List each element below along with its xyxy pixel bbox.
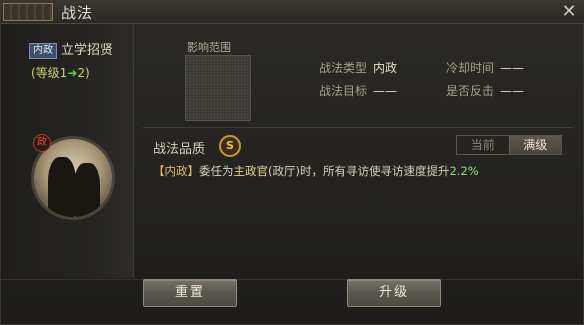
- quality-grade-badge: S: [219, 135, 241, 157]
- tactic-level: (等级1➜2): [31, 64, 90, 81]
- title-bar: 战法 ✕: [1, 1, 584, 24]
- description-text: (政厅)时，所有寻访使寻访速度提升: [268, 164, 450, 178]
- description-tag: 【内政】: [153, 164, 199, 178]
- portrait-figure: [48, 157, 76, 217]
- info-key: 冷却时间: [446, 61, 495, 75]
- window-title: 战法: [61, 4, 94, 22]
- tactic-category-tag: 内政: [29, 43, 57, 59]
- tactic-name: 内政 立学招贤: [29, 39, 113, 59]
- info-value: 内政: [373, 61, 398, 75]
- portrait-badge: 政: [33, 134, 51, 152]
- range-label: 影响范围: [187, 41, 231, 54]
- info-key: 战法目标: [319, 84, 368, 98]
- footer-divider: [1, 279, 584, 280]
- info-cooldown: 冷却时间 ——: [446, 59, 524, 76]
- toggle-current[interactable]: 当前: [457, 136, 509, 154]
- info-type: 战法类型 内政: [319, 59, 397, 76]
- info-key: 是否反击: [446, 84, 495, 98]
- tactic-title: 立学招贤: [61, 43, 114, 58]
- description-highlight: 主政官: [233, 164, 269, 178]
- tactic-summary-panel: 内政 立学招贤 (等级1➜2) 政: [1, 24, 134, 278]
- level-toggle: 当前 满级: [456, 135, 562, 155]
- level-from: (等级1: [31, 66, 68, 80]
- description-text: 委任为: [199, 164, 234, 178]
- range-preview: [185, 55, 251, 121]
- info-value: ——: [500, 61, 525, 75]
- quality-label: 战法品质: [153, 142, 206, 157]
- reset-button[interactable]: 重置: [143, 279, 237, 307]
- portrait-figure: [74, 163, 100, 217]
- toggle-max-level[interactable]: 满级: [508, 136, 561, 154]
- description-value: 2.2%: [449, 164, 479, 178]
- info-counter: 是否反击 ——: [446, 82, 524, 99]
- tactic-description: 【内政】委任为主政官(政厅)时，所有寻访使寻访速度提升2.2%: [153, 163, 479, 179]
- tactic-window: 战法 ✕ 内政 立学招贤 (等级1➜2) 政 影响范围 战法类型 内政 冷却时间 ——…: [0, 0, 584, 325]
- info-value: ——: [500, 84, 525, 98]
- level-arrow-icon: ➜: [67, 66, 78, 80]
- info-target: 战法目标 ——: [319, 82, 397, 99]
- close-icon[interactable]: ✕: [559, 1, 579, 23]
- info-key: 战法类型: [319, 61, 368, 75]
- title-emblem: [3, 3, 53, 21]
- upgrade-button[interactable]: 升级: [347, 279, 441, 307]
- info-value: ——: [373, 84, 398, 98]
- section-divider: [143, 127, 573, 128]
- level-to: 2): [77, 66, 90, 80]
